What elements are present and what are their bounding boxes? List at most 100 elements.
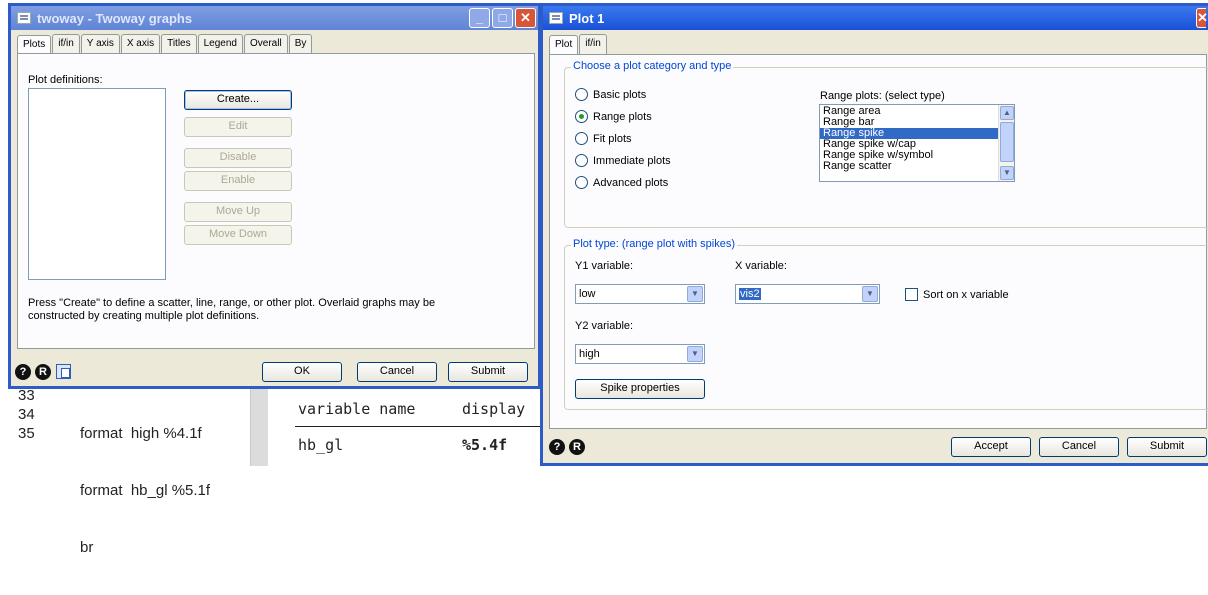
range-type-list[interactable]: Range area Range bar Range spike Range s… bbox=[819, 104, 1015, 182]
twoway-titlebar[interactable]: twoway - Twoway graphs _ □ ✕ bbox=[11, 6, 538, 30]
twoway-tabs: Plots if/in Y axis X axis Titles Legend … bbox=[11, 34, 538, 55]
tab-if-in[interactable]: if/in bbox=[579, 34, 607, 54]
plot1-tabs: Plot if/in bbox=[543, 34, 1208, 55]
table-header-variable-name: variable name bbox=[298, 400, 416, 418]
plot-type-group: Plot type: (range plot with spikes) Y1 v… bbox=[564, 238, 1208, 410]
dialog-icon bbox=[17, 12, 31, 24]
code-line[interactable]: format high %4.1f bbox=[80, 424, 210, 443]
code-line[interactable]: br bbox=[80, 538, 210, 557]
radio-button[interactable] bbox=[575, 132, 588, 145]
table-header-display: display bbox=[462, 400, 526, 418]
code-line[interactable]: format hb_gl %5.1f bbox=[80, 481, 210, 500]
radio-label: Range plots bbox=[593, 110, 652, 123]
y1-variable-select[interactable]: low ▼ bbox=[575, 284, 705, 304]
table-cell-name: hb_gl bbox=[298, 436, 344, 454]
help-icon[interactable]: ? bbox=[15, 364, 31, 380]
checkbox-box[interactable] bbox=[905, 288, 918, 301]
create-button[interactable]: Create... bbox=[184, 90, 292, 110]
hint-text-line2: constructed by creating multiple plot de… bbox=[28, 310, 260, 322]
hint-text-line1: Press "Create" to define a scatter, line… bbox=[28, 297, 436, 309]
edit-button[interactable]: Edit bbox=[184, 117, 292, 137]
plot-category-group-label: Choose a plot category and type bbox=[571, 60, 734, 72]
plot1-titlebar[interactable]: Plot 1 ✕ bbox=[543, 6, 1208, 30]
list-item[interactable]: Range scatter bbox=[820, 161, 1014, 172]
radio-label: Advanced plots bbox=[593, 176, 669, 189]
twoway-title: twoway - Twoway graphs bbox=[37, 10, 193, 26]
cancel-button[interactable]: Cancel bbox=[1039, 437, 1119, 457]
radio-label: Fit plots bbox=[593, 132, 632, 145]
plot-definitions-list[interactable] bbox=[28, 88, 166, 280]
scroll-up-icon[interactable]: ▲ bbox=[1000, 106, 1014, 120]
move-down-button[interactable]: Move Down bbox=[184, 225, 292, 245]
plot-category-group: Choose a plot category and type Basic pl… bbox=[564, 60, 1208, 228]
copy-command-icon[interactable] bbox=[56, 364, 71, 379]
radio-label: Immediate plots bbox=[593, 154, 671, 167]
radio-fit-plots[interactable]: Fit plots bbox=[575, 132, 632, 145]
radio-immediate-plots[interactable]: Immediate plots bbox=[575, 154, 671, 167]
twoway-dialog: twoway - Twoway graphs _ □ ✕ Plots if/in… bbox=[8, 3, 541, 389]
tab-titles[interactable]: Titles bbox=[161, 34, 197, 54]
tab-if-in[interactable]: if/in bbox=[52, 34, 80, 54]
table-rule bbox=[295, 426, 540, 427]
list-scrollbar[interactable]: ▲ ▼ bbox=[998, 105, 1014, 181]
tab-by[interactable]: By bbox=[288, 34, 313, 54]
line-number: 35 bbox=[18, 425, 35, 442]
plot1-title: Plot 1 bbox=[569, 10, 605, 26]
tab-legend[interactable]: Legend bbox=[197, 34, 243, 54]
x-variable-select[interactable]: vis2 ▼ bbox=[735, 284, 880, 304]
accept-button[interactable]: Accept bbox=[951, 437, 1031, 457]
editor-scrollbar[interactable] bbox=[250, 380, 268, 466]
y2-variable-label: Y2 variable: bbox=[575, 320, 634, 332]
maximize-icon[interactable]: □ bbox=[492, 8, 513, 28]
plot1-dialog: Plot 1 ✕ Plot if/in Choose a plot catego… bbox=[540, 3, 1208, 466]
tab-x-axis[interactable]: X axis bbox=[120, 34, 161, 54]
submit-button[interactable]: Submit bbox=[448, 362, 528, 382]
chevron-down-icon[interactable]: ▼ bbox=[862, 286, 878, 302]
spike-properties-button[interactable]: Spike properties bbox=[575, 379, 705, 399]
radio-label: Basic plots bbox=[593, 88, 647, 101]
close-icon[interactable]: ✕ bbox=[515, 8, 536, 28]
plot-definitions-label: Plot definitions: bbox=[28, 74, 103, 86]
radio-button[interactable] bbox=[575, 154, 588, 167]
radio-advanced-plots[interactable]: Advanced plots bbox=[575, 176, 668, 189]
help-icon[interactable]: ? bbox=[549, 439, 565, 455]
radio-button[interactable] bbox=[575, 88, 588, 101]
disable-button[interactable]: Disable bbox=[184, 148, 292, 168]
plot-tab-panel: Choose a plot category and type Basic pl… bbox=[549, 54, 1208, 429]
plot-type-group-label: Plot type: (range plot with spikes) bbox=[571, 238, 738, 250]
table-cell-format: %5.4f bbox=[462, 436, 508, 454]
range-plots-label: Range plots: (select type) bbox=[820, 90, 945, 102]
sort-on-x-checkbox[interactable]: Sort on x variable bbox=[905, 288, 1009, 301]
close-icon[interactable]: ✕ bbox=[1196, 8, 1208, 28]
scroll-thumb[interactable] bbox=[1000, 122, 1014, 162]
do-file-editor: 32 33 34 35 br format high %4.1f format … bbox=[0, 376, 560, 556]
ok-button[interactable]: OK bbox=[262, 362, 342, 382]
cancel-button[interactable]: Cancel bbox=[357, 362, 437, 382]
tab-overall[interactable]: Overall bbox=[244, 34, 288, 54]
x-variable-label: X variable: bbox=[735, 260, 787, 272]
move-up-button[interactable]: Move Up bbox=[184, 202, 292, 222]
y1-variable-label: Y1 variable: bbox=[575, 260, 634, 272]
line-number: 34 bbox=[18, 406, 35, 423]
enable-button[interactable]: Enable bbox=[184, 171, 292, 191]
plots-tab-panel: Plot definitions: Create... Edit Disable… bbox=[17, 53, 535, 349]
radio-button[interactable] bbox=[575, 176, 588, 189]
chevron-down-icon[interactable]: ▼ bbox=[687, 346, 703, 362]
submit-button[interactable]: Submit bbox=[1127, 437, 1207, 457]
code-lines[interactable]: format high %4.1f format hb_gl %5.1f br bbox=[80, 386, 210, 595]
radio-range-plots[interactable]: Range plots bbox=[575, 110, 652, 123]
line-number-gutter: 32 33 34 35 bbox=[18, 376, 48, 443]
tab-plots[interactable]: Plots bbox=[17, 35, 52, 55]
scroll-down-icon[interactable]: ▼ bbox=[1000, 166, 1014, 180]
radio-button[interactable] bbox=[575, 110, 588, 123]
reset-icon[interactable]: R bbox=[35, 364, 51, 380]
tab-y-axis[interactable]: Y axis bbox=[80, 34, 120, 54]
dialog-icon bbox=[549, 12, 563, 24]
minimize-icon[interactable]: _ bbox=[469, 8, 490, 28]
y2-variable-select[interactable]: high ▼ bbox=[575, 344, 705, 364]
chevron-down-icon[interactable]: ▼ bbox=[687, 286, 703, 302]
tab-plot[interactable]: Plot bbox=[549, 35, 579, 55]
checkbox-label: Sort on x variable bbox=[923, 288, 1009, 301]
radio-basic-plots[interactable]: Basic plots bbox=[575, 88, 646, 101]
reset-icon[interactable]: R bbox=[569, 439, 585, 455]
